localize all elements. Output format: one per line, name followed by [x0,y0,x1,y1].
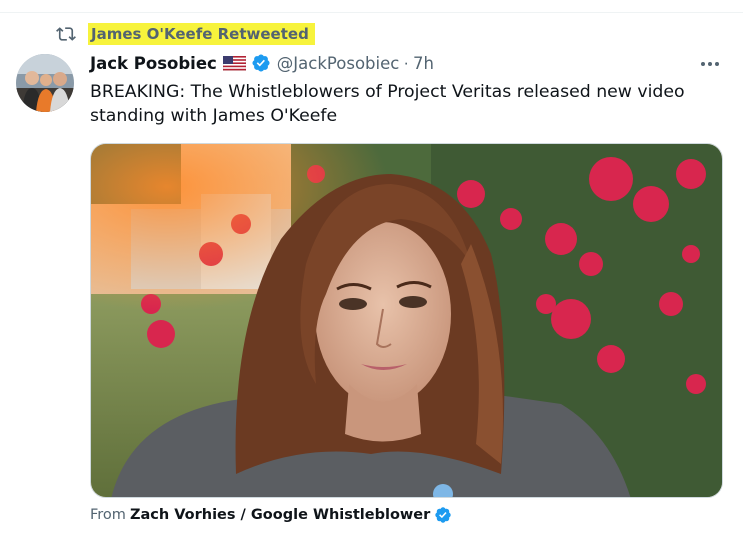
header-separator: · [403,53,410,72]
retweet-label[interactable]: James O'Keefe Retweeted [88,23,315,45]
tweet-timestamp[interactable]: 7h [413,54,434,73]
author-avatar[interactable] [16,54,74,112]
from-label: From [90,507,126,523]
tweet-video[interactable] [90,143,723,498]
author-display-name[interactable]: Jack Posobiec [90,54,217,73]
author-handle[interactable]: @JackPosobiec [277,54,400,73]
verified-badge-icon [434,506,452,524]
more-options-icon [700,54,720,72]
top-divider [0,12,743,13]
source-account-link[interactable]: Zach Vorhies / Google Whistleblower [130,507,430,523]
verified-badge-icon[interactable] [251,53,271,73]
tweet-header: Jack Posobiec @JackPosobiec · 7h [90,50,434,76]
video-attribution: From Zach Vorhies / Google Whistleblower [90,504,452,526]
us-flag-icon [222,55,247,71]
retweet-icon [56,24,76,44]
tweet-text: BREAKING: The Whistleblowers of Project … [90,82,685,126]
retweet-context[interactable]: James O'Keefe Retweeted [56,22,315,46]
more-options-button[interactable] [698,54,722,72]
